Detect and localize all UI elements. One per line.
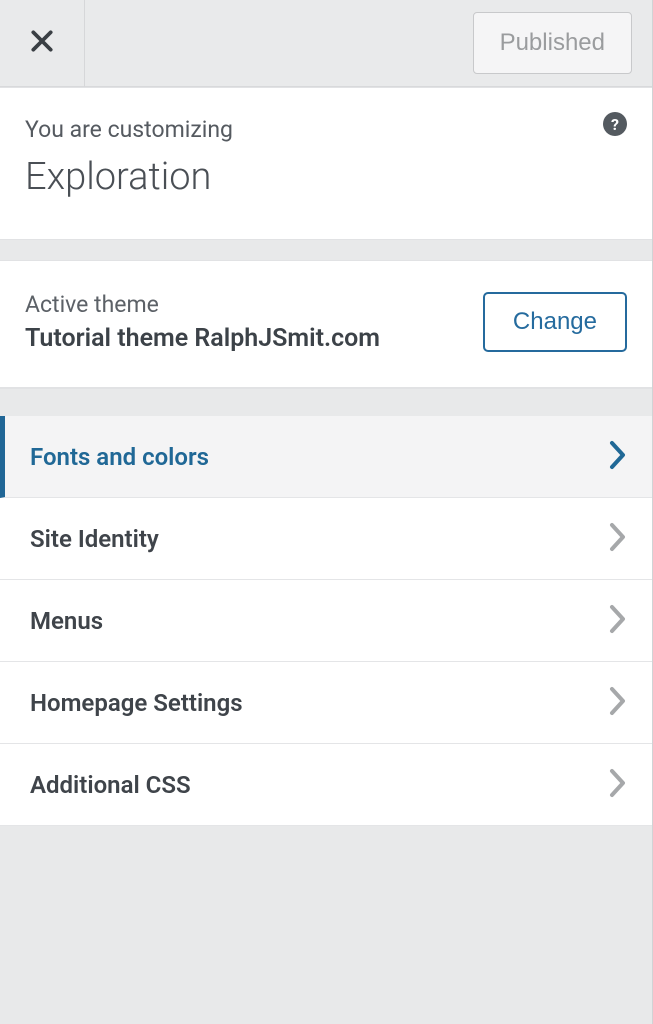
section-label: Site Identity — [30, 525, 159, 553]
section-label: Menus — [30, 607, 103, 635]
close-button[interactable] — [0, 0, 85, 87]
chevron-right-icon — [609, 604, 627, 638]
section-homepage-settings[interactable]: Homepage Settings — [0, 662, 652, 744]
chevron-right-icon — [609, 768, 627, 802]
section-additional-css[interactable]: Additional CSS — [0, 744, 652, 826]
divider — [0, 388, 652, 416]
section-label: Homepage Settings — [30, 689, 243, 717]
topbar: Published — [0, 0, 652, 87]
active-theme-label: Active theme — [25, 291, 380, 318]
active-theme-name: Tutorial theme RalphJSmit.com — [25, 324, 380, 353]
change-theme-button[interactable]: Change — [483, 292, 627, 352]
divider — [0, 240, 652, 260]
section-label: Fonts and colors — [30, 443, 209, 471]
publish-status-button[interactable]: Published — [473, 12, 632, 74]
section-menus[interactable]: Menus — [0, 580, 652, 662]
customize-subtitle: You are customizing — [25, 116, 627, 143]
section-fonts-and-colors[interactable]: Fonts and colors — [0, 416, 652, 498]
chevron-right-icon — [609, 440, 627, 474]
customize-sections-list: Fonts and colors Site Identity Menus Hom… — [0, 416, 652, 826]
customize-header: You are customizing Exploration ? — [0, 87, 652, 240]
chevron-right-icon — [609, 686, 627, 720]
theme-info: Active theme Tutorial theme RalphJSmit.c… — [25, 291, 380, 353]
active-theme-panel: Active theme Tutorial theme RalphJSmit.c… — [0, 260, 652, 388]
close-icon — [29, 28, 55, 58]
customize-title: Exploration — [25, 155, 627, 199]
section-site-identity[interactable]: Site Identity — [0, 498, 652, 580]
section-label: Additional CSS — [30, 771, 191, 799]
chevron-right-icon — [609, 522, 627, 556]
help-icon[interactable]: ? — [603, 112, 627, 136]
